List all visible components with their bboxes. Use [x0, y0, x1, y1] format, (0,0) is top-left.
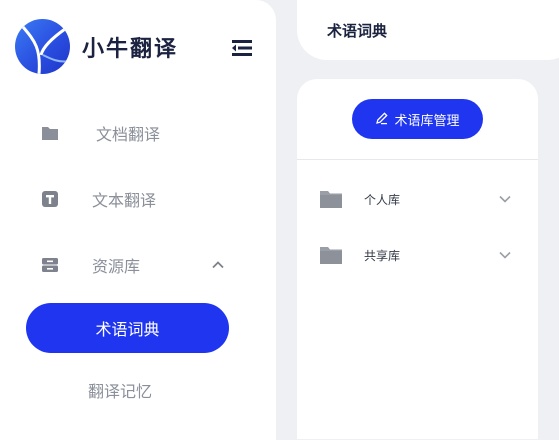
sidebar-item-translation-memory[interactable]: 翻译记忆 [88, 378, 152, 402]
sidebar-item-resources[interactable]: 资源库 [0, 245, 276, 285]
folder-icon [319, 189, 343, 209]
sidebar-item-label: 文本翻译 [92, 191, 157, 210]
divider [297, 159, 538, 160]
sidebar-item-term-dictionary[interactable]: 术语词典 [26, 303, 229, 353]
text-box-icon [40, 189, 60, 209]
sidebar-item-text-translation[interactable]: 文本翻译 [0, 179, 276, 219]
sidebar-item-document-translation[interactable]: 文档翻译 [0, 113, 276, 153]
library-item-personal[interactable]: 个人库 [297, 184, 538, 214]
chevron-down-icon[interactable] [497, 247, 513, 263]
logo-mark-icon [15, 19, 70, 74]
page-title: 术语词典 [327, 22, 388, 40]
chevron-up-icon[interactable] [210, 257, 226, 273]
chevron-down-icon[interactable] [497, 191, 513, 207]
database-icon [40, 255, 60, 275]
library-item-shared[interactable]: 共享库 [297, 240, 538, 270]
sidebar: 小牛翻译 文档翻译 文本翻译 资源库 术语词典 翻译记忆 [0, 0, 276, 440]
logo-text: 小牛翻译 [82, 36, 179, 62]
sidebar-item-label: 文档翻译 [96, 125, 161, 144]
term-library-manage-button[interactable]: 术语库管理 [352, 99, 483, 139]
manage-button-label: 术语库管理 [394, 113, 460, 129]
page-header: 术语词典 [297, 0, 559, 60]
library-label: 个人库 [364, 193, 401, 207]
logo: 小牛翻译 [15, 19, 178, 74]
term-library-panel: 术语库管理 个人库 共享库 [297, 79, 538, 439]
sidebar-item-label: 术语词典 [95, 320, 160, 339]
library-label: 共享库 [364, 249, 401, 263]
folder-icon [319, 245, 343, 265]
folder-icon [40, 123, 60, 143]
sidebar-item-label: 资源库 [92, 257, 141, 276]
menu-collapse-icon[interactable] [230, 38, 254, 58]
pencil-icon [375, 110, 389, 129]
